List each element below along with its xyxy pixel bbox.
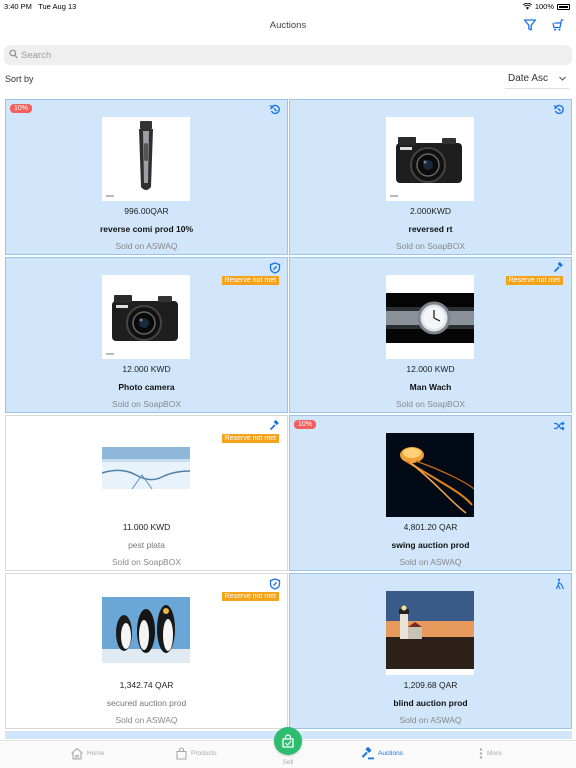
sold-on-label: Sold on SoapBOX (112, 399, 181, 409)
gavel-icon (361, 747, 374, 760)
tab-auctions[interactable]: Auctions (361, 747, 403, 760)
tab-home[interactable]: Home (70, 747, 104, 760)
product-name: Man Wach (409, 382, 452, 392)
product-name: secured auction prod (106, 698, 187, 708)
product-image (102, 591, 190, 675)
auction-card[interactable]: Reserve not met 11.000 KWD pest plata Sold … (5, 415, 288, 571)
sold-on-label: Sold on SoapBOX (396, 399, 465, 409)
product-name: Photo camera (118, 382, 175, 392)
reverse-auction-icon (553, 103, 565, 115)
sort-dropdown[interactable]: Date Asc (505, 71, 569, 89)
status-right: 100% (522, 2, 570, 11)
auction-grid: 10% 996.00QAR reverse comi prod 10% Sold on… (5, 99, 572, 739)
product-price: 1,209.68 QAR (403, 680, 458, 690)
auction-card[interactable]: 10% 996.00QAR reverse comi prod 10% Sold on… (5, 99, 288, 255)
gavel-icon (553, 261, 565, 273)
sold-on-label: Sold on SoapBOX (396, 241, 465, 251)
product-price: 2.000KWD (409, 206, 452, 216)
sell-button[interactable] (274, 727, 302, 755)
product-image (386, 591, 474, 675)
product-image (102, 433, 190, 517)
more-icon (479, 748, 483, 759)
discount-badge: 10% (294, 420, 317, 429)
tab-home-label: Home (87, 750, 105, 757)
status-date: Tue Aug 13 (38, 2, 77, 11)
battery-icon (557, 3, 570, 10)
tab-more[interactable]: More (478, 747, 502, 760)
sold-on-label: Sold on SoapBOX (112, 557, 181, 567)
search-icon (9, 49, 18, 59)
reserve-not-met-badge: Reserve not met (221, 434, 279, 443)
product-price: 12.000 KWD (122, 364, 171, 374)
search-input[interactable] (21, 48, 561, 62)
reserve-not-met-badge: Reserve not met (505, 276, 563, 285)
chevron-down-icon (559, 76, 566, 81)
gavel-icon (269, 419, 281, 431)
product-price: 4,801.20 QAR (403, 522, 458, 532)
product-price: 996.00QAR (124, 206, 169, 216)
product-image (386, 275, 474, 359)
filter-icon[interactable] (523, 18, 539, 34)
product-price: 12.000 KWD (406, 364, 455, 374)
battery-percent: 100% (534, 2, 554, 11)
sort-label: Sort by (5, 74, 34, 84)
sold-on-label: Sold on ASWAQ (115, 715, 178, 725)
auction-card[interactable]: 2.000KWD reversed rt Sold on SoapBOX (289, 99, 572, 255)
reserve-not-met-badge: Reserve not met (221, 276, 279, 285)
auction-card[interactable]: Reserve not met 1,342.74 QAR secured aucti… (5, 573, 288, 729)
page-title: Auctions (269, 20, 307, 31)
product-image (386, 117, 474, 201)
cart-icon[interactable] (551, 18, 567, 34)
reverse-auction-icon (269, 103, 281, 115)
secured-auction-icon (269, 577, 281, 590)
tab-more-label: More (487, 750, 502, 757)
product-image (386, 433, 474, 517)
sold-on-label: Sold on ASWAQ (115, 241, 178, 251)
search-bar (4, 45, 572, 65)
auction-card[interactable]: Reserve not met 12.000 KWD Photo camera Sol… (5, 257, 288, 413)
product-price: 11.000 KWD (122, 522, 171, 532)
reserve-not-met-badge: Reserve not met (221, 592, 279, 601)
wifi-icon (522, 3, 532, 10)
product-name: reverse comi prod 10% (99, 224, 194, 234)
blind-auction-icon (553, 577, 565, 590)
auction-card[interactable]: 10% 4,801.20 QAR swing auction prod Sold on… (289, 415, 572, 571)
navigation-bar: Auctions (0, 14, 576, 40)
product-name: blind auction prod (393, 698, 468, 708)
auction-card[interactable]: Reserve not met 12.000 KWD Man Wach Sold on… (289, 257, 572, 413)
product-name: reversed rt (408, 224, 453, 234)
home-icon (71, 747, 83, 760)
sold-on-label: Sold on ASWAQ (399, 557, 462, 567)
sell-bag-icon (282, 734, 294, 748)
sort-bar: Sort by Date Asc (0, 70, 576, 90)
tab-auctions-label: Auctions (378, 750, 403, 757)
product-image (102, 117, 190, 201)
tab-products-label: Products (191, 750, 217, 757)
secured-auction-icon (269, 261, 281, 274)
status-bar: 3:40 PM Tue Aug 13 100% (0, 0, 576, 14)
product-image (102, 275, 190, 359)
tab-products[interactable]: Products (175, 747, 217, 760)
auction-card[interactable]: 1,209.68 QAR blind auction prod Sold on AS… (289, 573, 572, 729)
status-time: 3:40 PM Tue Aug 13 (4, 2, 77, 11)
sold-on-label: Sold on ASWAQ (399, 715, 462, 725)
discount-badge: 10% (10, 104, 33, 113)
product-name: pest plata (128, 540, 165, 550)
bag-icon (176, 747, 187, 760)
tab-sell-label: Sell (282, 759, 294, 766)
product-price: 1,342.74 QAR (119, 680, 174, 690)
sort-selected-value: Date Asc (508, 73, 549, 84)
product-name: swing auction prod (391, 540, 470, 550)
swing-auction-icon (553, 419, 565, 431)
